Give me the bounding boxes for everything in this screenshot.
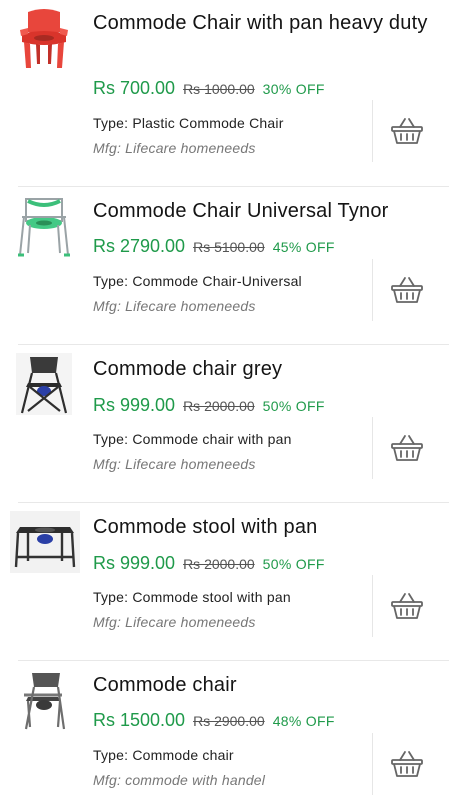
discount-badge: 50% OFF xyxy=(262,398,325,414)
product-mfg: Mfg: Lifecare homeneeds xyxy=(93,456,256,472)
add-to-cart-button[interactable] xyxy=(389,591,425,621)
product-image[interactable] xyxy=(14,351,74,417)
basket-icon xyxy=(391,751,423,777)
product-card[interactable]: Commode Chair with pan heavy duty Rs 700… xyxy=(0,0,465,187)
product-image[interactable] xyxy=(14,6,74,72)
basket-icon xyxy=(391,435,423,461)
sale-price: Rs 999.00 xyxy=(93,395,176,415)
product-card[interactable]: Commode chair grey Rs 999.00 Rs 2000.00 … xyxy=(0,345,465,503)
add-to-cart-button[interactable] xyxy=(389,749,425,779)
original-price: Rs 2000.00 xyxy=(183,398,255,414)
divider xyxy=(372,417,373,479)
original-price: Rs 2900.00 xyxy=(193,713,265,729)
product-name[interactable]: Commode chair grey xyxy=(93,355,441,384)
product-name[interactable]: Commode chair xyxy=(93,671,441,700)
price-row: Rs 999.00 Rs 2000.00 50% OFF xyxy=(93,395,325,416)
add-to-cart-button[interactable] xyxy=(389,275,425,305)
product-image[interactable] xyxy=(10,509,80,575)
divider xyxy=(372,575,373,637)
sale-price: Rs 1500.00 xyxy=(93,710,186,730)
product-card[interactable]: Commode stool with pan Rs 999.00 Rs 2000… xyxy=(0,503,465,661)
add-to-cart-button[interactable] xyxy=(389,116,425,146)
product-list: Commode Chair with pan heavy duty Rs 700… xyxy=(0,0,465,800)
basket-icon xyxy=(391,277,423,303)
divider xyxy=(372,100,373,162)
product-image[interactable] xyxy=(14,667,74,733)
add-to-cart-button[interactable] xyxy=(389,433,425,463)
product-name[interactable]: Commode stool with pan xyxy=(93,513,441,542)
product-type: Type: Plastic Commode Chair xyxy=(93,115,284,131)
price-row: Rs 999.00 Rs 2000.00 50% OFF xyxy=(93,553,325,574)
product-card[interactable]: Commode Chair Universal Tynor Rs 2790.00… xyxy=(0,187,465,345)
steel-commode-chair-icon xyxy=(24,673,66,730)
price-row: Rs 700.00 Rs 1000.00 30% OFF xyxy=(93,78,325,99)
product-type: Type: Commode chair with pan xyxy=(93,431,292,447)
red-plastic-chair-icon xyxy=(20,9,68,68)
discount-badge: 45% OFF xyxy=(272,239,335,255)
sale-price: Rs 2790.00 xyxy=(93,236,186,256)
discount-badge: 48% OFF xyxy=(272,713,335,729)
product-mfg: Mfg: Lifecare homeneeds xyxy=(93,298,256,314)
divider xyxy=(372,259,373,321)
green-commode-frame-icon xyxy=(18,198,70,257)
discount-badge: 50% OFF xyxy=(262,556,325,572)
basket-icon xyxy=(391,593,423,619)
product-name[interactable]: Commode Chair with pan heavy duty xyxy=(93,9,441,38)
price-row: Rs 2790.00 Rs 5100.00 45% OFF xyxy=(93,236,335,257)
product-type: Type: Commode stool with pan xyxy=(93,589,291,605)
product-name[interactable]: Commode Chair Universal Tynor xyxy=(93,197,441,226)
original-price: Rs 2000.00 xyxy=(183,556,255,572)
discount-badge: 30% OFF xyxy=(262,81,325,97)
commode-stool-icon xyxy=(10,511,80,573)
product-mfg: Mfg: commode with handel xyxy=(93,772,266,788)
original-price: Rs 1000.00 xyxy=(183,81,255,97)
product-type: Type: Commode Chair-Universal xyxy=(93,273,302,289)
original-price: Rs 5100.00 xyxy=(193,239,265,255)
product-mfg: Mfg: Lifecare homeneeds xyxy=(93,140,256,156)
product-card[interactable]: Commode chair Rs 1500.00 Rs 2900.00 48% … xyxy=(0,661,465,800)
divider xyxy=(372,733,373,795)
folding-chair-icon xyxy=(16,353,72,415)
product-image[interactable] xyxy=(14,193,74,259)
product-type: Type: Commode chair xyxy=(93,747,234,763)
sale-price: Rs 999.00 xyxy=(93,553,176,573)
price-row: Rs 1500.00 Rs 2900.00 48% OFF xyxy=(93,710,335,731)
product-mfg: Mfg: Lifecare homeneeds xyxy=(93,614,256,630)
sale-price: Rs 700.00 xyxy=(93,78,176,98)
basket-icon xyxy=(391,118,423,144)
